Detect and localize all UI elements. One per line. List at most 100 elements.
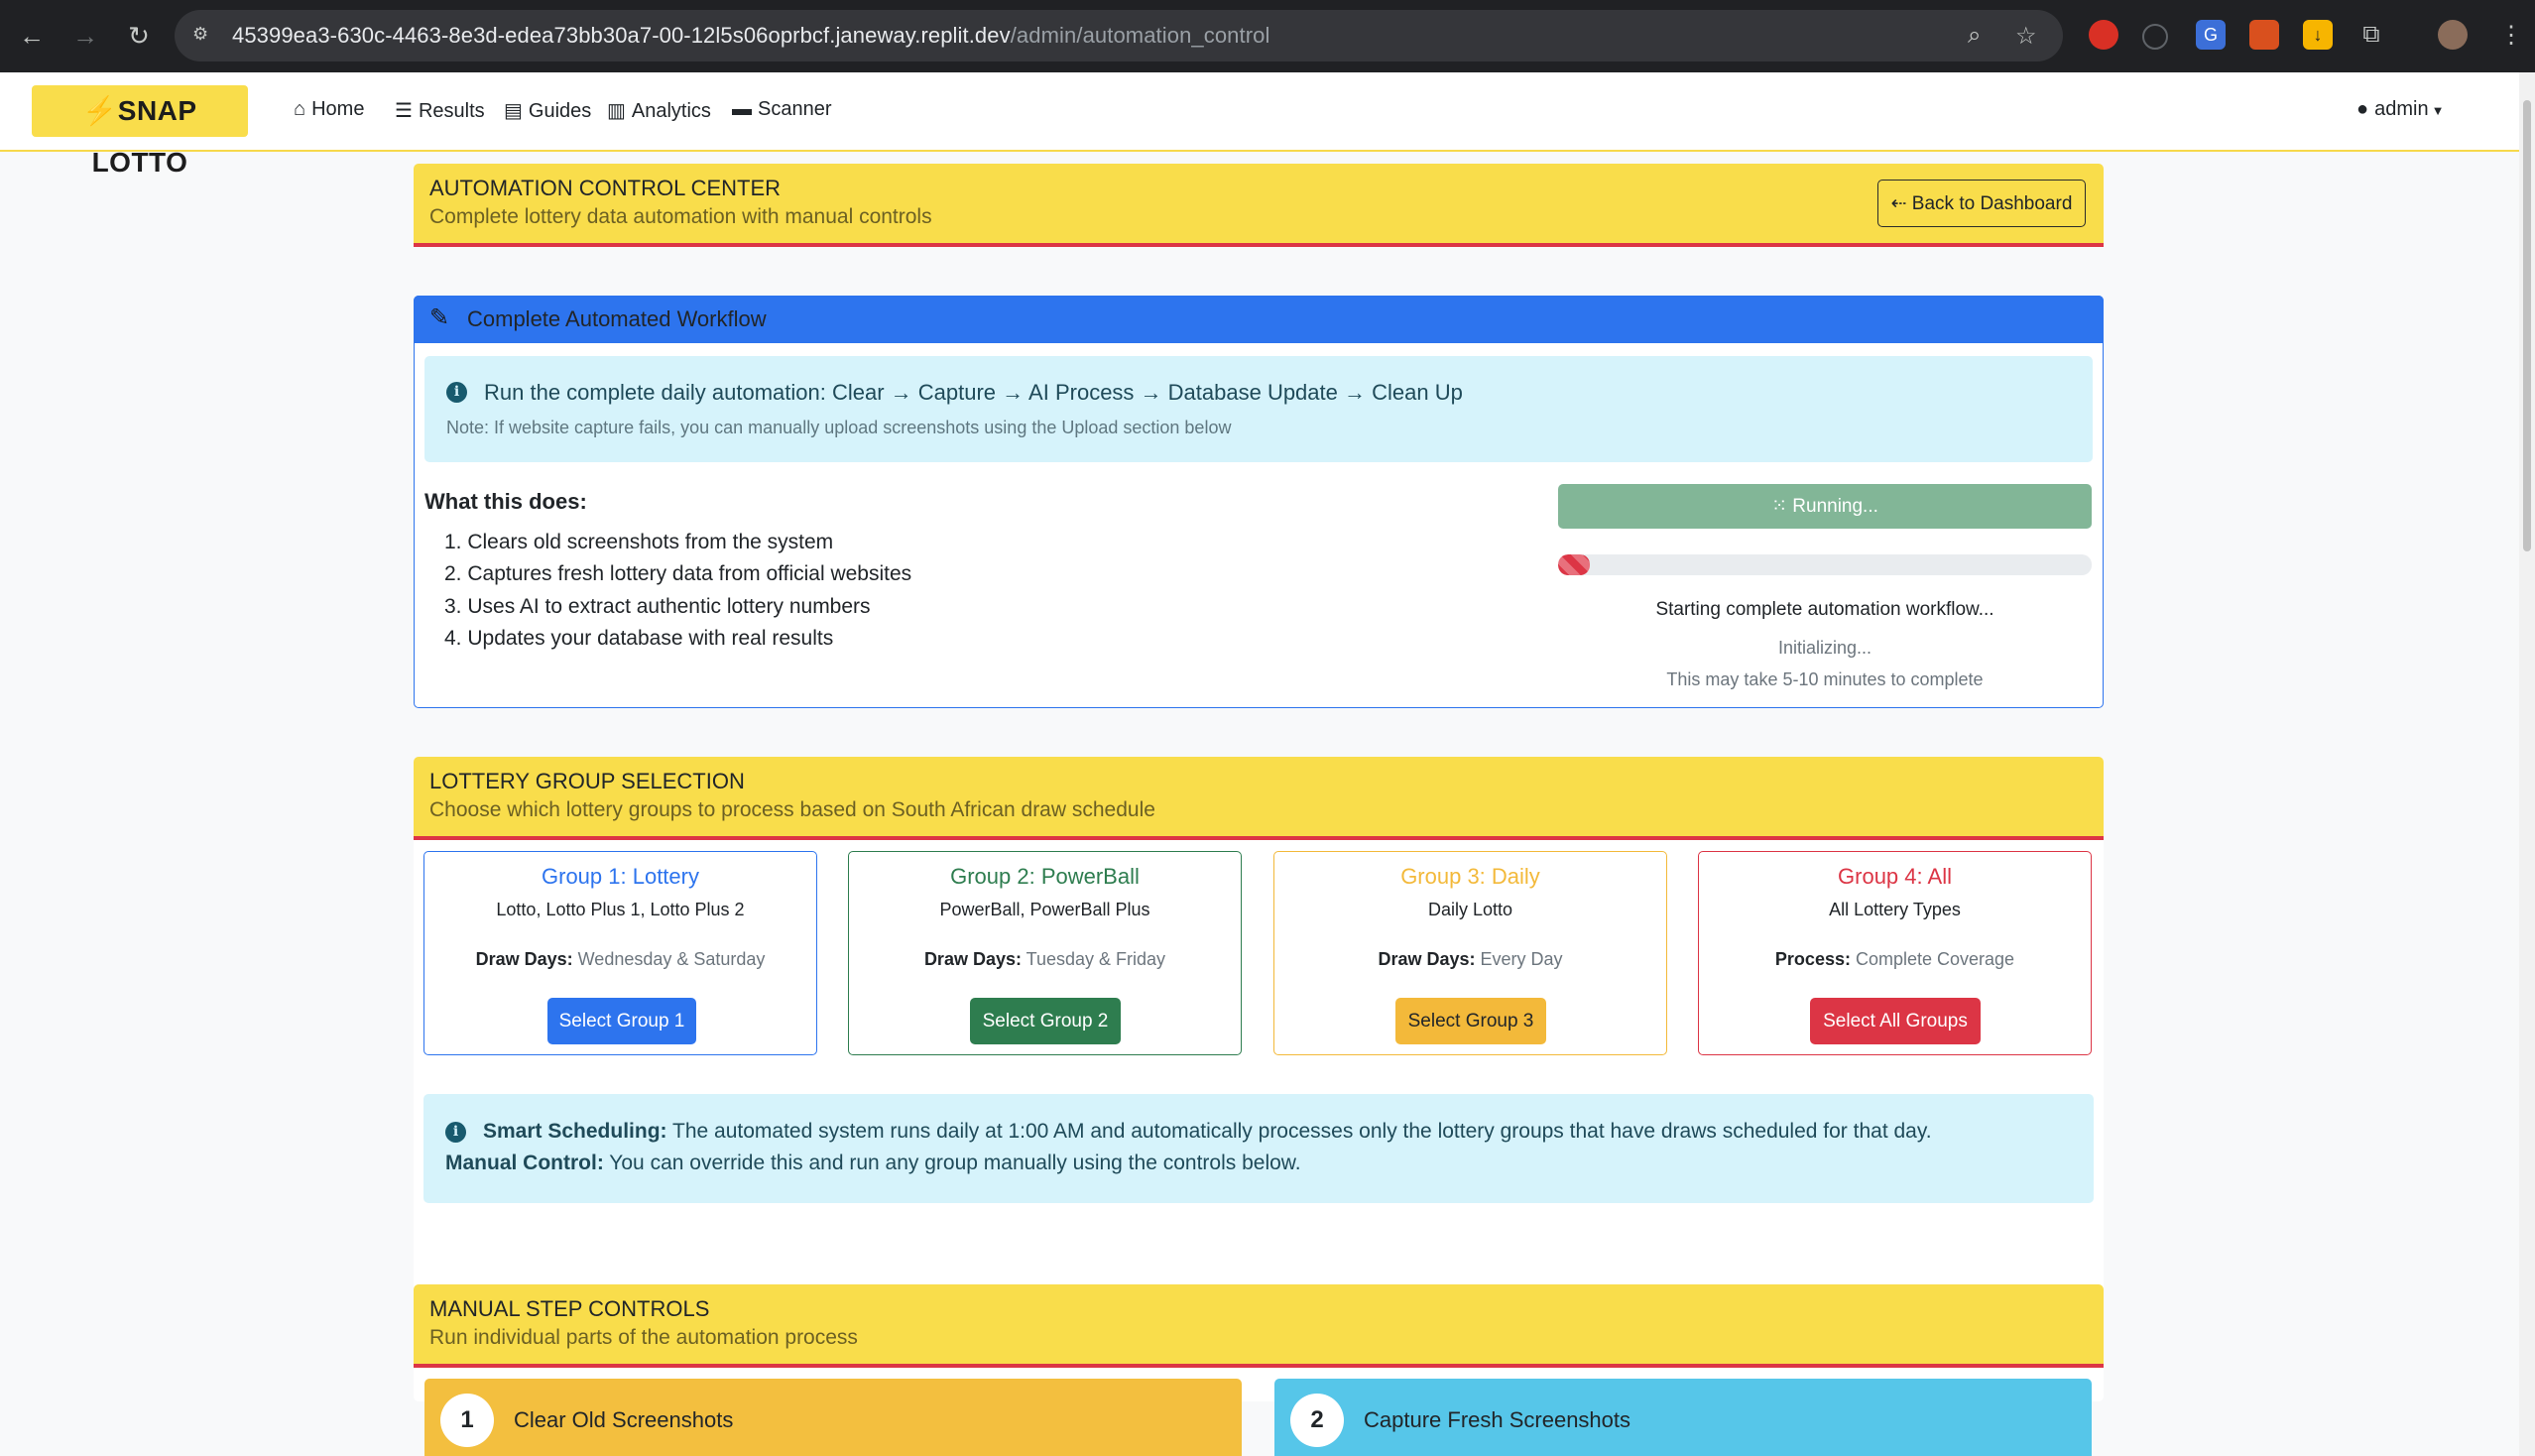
kebab-menu-icon[interactable]: ⋮ xyxy=(2493,18,2529,54)
group-card-1: Group 1: Lottery Lotto, Lotto Plus 1, Lo… xyxy=(423,851,817,1055)
nav-scanner[interactable]: ▬ Scanner xyxy=(732,98,832,121)
pencil-icon: ✎ xyxy=(429,304,450,331)
group-key: Draw Days: xyxy=(923,949,1022,969)
list-item: 3. Uses AI to extract authentic lottery … xyxy=(444,595,871,618)
group-title: Group 3: Daily xyxy=(1400,864,1540,889)
bolt-icon: ⚡ xyxy=(82,95,118,126)
url-text: 45399ea3-630c-4463-8e3d-edea73bb30a7-00-… xyxy=(232,23,1270,48)
back-to-dashboard-button[interactable]: ⇠ Back to Dashboard xyxy=(1877,180,2086,227)
run-workflow-button[interactable]: ⁙ Running... xyxy=(1558,484,2092,529)
scrollbar-thumb[interactable] xyxy=(2523,100,2531,551)
select-group-3-button[interactable]: Select Group 3 xyxy=(1395,998,1546,1044)
nav-results[interactable]: ☰ Results xyxy=(395,98,485,123)
select-group-2-button[interactable]: Select Group 2 xyxy=(970,998,1121,1044)
scanner-icon: ▬ xyxy=(732,98,752,120)
group-title: Group 4: All xyxy=(1838,864,1952,889)
group-selection-subtitle: Choose which lottery groups to process b… xyxy=(429,798,1155,821)
list-icon: ☰ xyxy=(395,100,413,122)
site-navbar: ⚡SNAP LOTTO ⌂ Home ☰ Results ▤ Guides ▥ Anal… xyxy=(0,72,2519,178)
extension-icon[interactable] xyxy=(2142,24,2168,50)
group-card-4: Group 4: All All Lottery Types Process: … xyxy=(1698,851,2092,1055)
manual-text: You can override this and run any group … xyxy=(609,1152,1301,1174)
what-this-does-heading: What this does: xyxy=(424,489,587,514)
list-item: 1. Clears old screenshots from the syste… xyxy=(444,531,834,553)
smart-scheduling-alert: i Smart Scheduling: The automated system… xyxy=(423,1094,2094,1203)
workflow-alert-note: Note: If website capture fails, you can … xyxy=(446,418,1232,437)
download-extension-icon[interactable]: ↓ xyxy=(2303,20,2333,50)
nav-home-label: Home xyxy=(311,98,365,120)
back-label: Back to Dashboard xyxy=(1911,193,2073,214)
caret-down-icon: ▼ xyxy=(2431,103,2445,118)
group-value: Wednesday & Saturday xyxy=(577,949,766,969)
run-label: Running... xyxy=(1792,496,1878,517)
nav-guides[interactable]: ▤ Guides xyxy=(504,98,591,123)
site-settings-icon[interactable]: ⚙ xyxy=(192,24,214,46)
group-key: Draw Days: xyxy=(1378,949,1476,969)
nav-guides-label: Guides xyxy=(528,100,592,122)
step-card-clear: 1 Clear Old Screenshots xyxy=(424,1379,1242,1456)
info-circle-icon: i xyxy=(445,1122,466,1143)
user-dropdown[interactable]: ● admin ▼ xyxy=(2356,98,2444,121)
address-bar[interactable]: ⚙ 45399ea3-630c-4463-8e3d-edea73bb30a7-0… xyxy=(175,10,2063,61)
workflow-alert-text: Run the complete daily automation: Clear… xyxy=(484,380,1463,405)
group-value: Tuesday & Friday xyxy=(1026,949,1166,969)
group-selection-title: LOTTERY GROUP SELECTION xyxy=(429,769,745,793)
manual-controls-subtitle: Run individual parts of the automation p… xyxy=(429,1326,858,1349)
nav-analytics-label: Analytics xyxy=(631,100,711,122)
group-draw-days: Draw Days: Tuesday & Friday xyxy=(849,949,1241,970)
browser-toolbar: ← → ↻ ⚙ 45399ea3-630c-4463-8e3d-edea73bb… xyxy=(0,0,2535,72)
reload-icon[interactable]: ↻ xyxy=(121,18,157,54)
workflow-sub-status: Initializing... xyxy=(1777,638,1872,658)
group-key: Process: xyxy=(1774,949,1851,969)
workflow-card: ✎ Complete Automated Workflow i Run the … xyxy=(414,296,2104,708)
smart-label: Smart Scheduling: xyxy=(483,1120,667,1143)
bookmark-star-icon[interactable]: ☆ xyxy=(2015,22,2037,51)
book-icon: ▤ xyxy=(504,100,523,122)
group-card-2: Group 2: PowerBall PowerBall, PowerBall … xyxy=(848,851,1242,1055)
workflow-title: Complete Automated Workflow xyxy=(467,306,767,331)
step-label: Capture Fresh Screenshots xyxy=(1364,1407,1631,1432)
smart-text: The automated system runs daily at 1:00 … xyxy=(672,1120,1932,1143)
group-title: Group 2: PowerBall xyxy=(950,864,1140,889)
brand-logo[interactable]: ⚡SNAP LOTTO xyxy=(32,85,248,178)
smart-scheduling-text: Smart Scheduling: The automated system r… xyxy=(483,1120,1932,1144)
extension-icon[interactable] xyxy=(2249,20,2279,50)
back-arrow-icon[interactable]: ← xyxy=(14,18,50,54)
group-card-3: Group 3: Daily Daily Lotto Draw Days: Ev… xyxy=(1273,851,1667,1055)
group-process: Process: Complete Coverage xyxy=(1699,949,2091,970)
workflow-card-header: ✎ Complete Automated Workflow xyxy=(414,296,2104,343)
profile-avatar[interactable] xyxy=(2438,20,2468,50)
manual-label: Manual Control: xyxy=(445,1152,604,1174)
workflow-progress-bar xyxy=(1558,554,2092,575)
nav-home[interactable]: ⌂ Home xyxy=(294,98,364,121)
forward-arrow-icon[interactable]: → xyxy=(67,18,103,54)
step-number-badge: 1 xyxy=(440,1394,494,1447)
group-value: Every Day xyxy=(1480,949,1563,969)
list-item: 2. Captures fresh lottery data from offi… xyxy=(444,562,912,585)
nav-analytics[interactable]: ▥ Analytics xyxy=(607,98,711,123)
user-name: admin xyxy=(2374,98,2429,120)
arrow-left-icon: ⇠ xyxy=(1890,193,1912,214)
chart-icon: ▥ xyxy=(607,100,626,122)
group-title: Group 1: Lottery xyxy=(542,864,699,889)
select-all-groups-button[interactable]: Select All Groups xyxy=(1810,998,1981,1044)
workflow-status: Starting complete automation workflow... xyxy=(1655,599,1994,620)
extensions-puzzle-icon[interactable]: ⧉ xyxy=(2356,20,2386,50)
extension-icon[interactable] xyxy=(2089,20,2118,50)
group-games: Lotto, Lotto Plus 1, Lotto Plus 2 xyxy=(496,900,745,919)
group-key: Draw Days: xyxy=(475,949,573,969)
page-scrollbar[interactable] xyxy=(2519,72,2535,1456)
translate-extension-icon[interactable]: G xyxy=(2196,20,2226,50)
manual-controls-title: MANUAL STEP CONTROLS xyxy=(429,1296,710,1321)
group-draw-days: Draw Days: Every Day xyxy=(1274,949,1666,970)
nav-scanner-label: Scanner xyxy=(758,98,832,120)
manual-controls-header: MANUAL STEP CONTROLS Run individual part… xyxy=(414,1284,2104,1368)
group-games: Daily Lotto xyxy=(1427,900,1513,919)
page-subtitle: Complete lottery data automation with ma… xyxy=(429,205,932,228)
zoom-icon[interactable]: ⌕ xyxy=(1968,22,1981,50)
group-draw-days: Draw Days: Wednesday & Saturday xyxy=(424,949,816,970)
select-group-1-button[interactable]: Select Group 1 xyxy=(547,998,696,1044)
page-title: AUTOMATION CONTROL CENTER xyxy=(429,176,782,200)
group-selection-header: LOTTERY GROUP SELECTION Choose which lot… xyxy=(414,757,2104,840)
list-item: 4. Updates your database with real resul… xyxy=(444,627,834,650)
